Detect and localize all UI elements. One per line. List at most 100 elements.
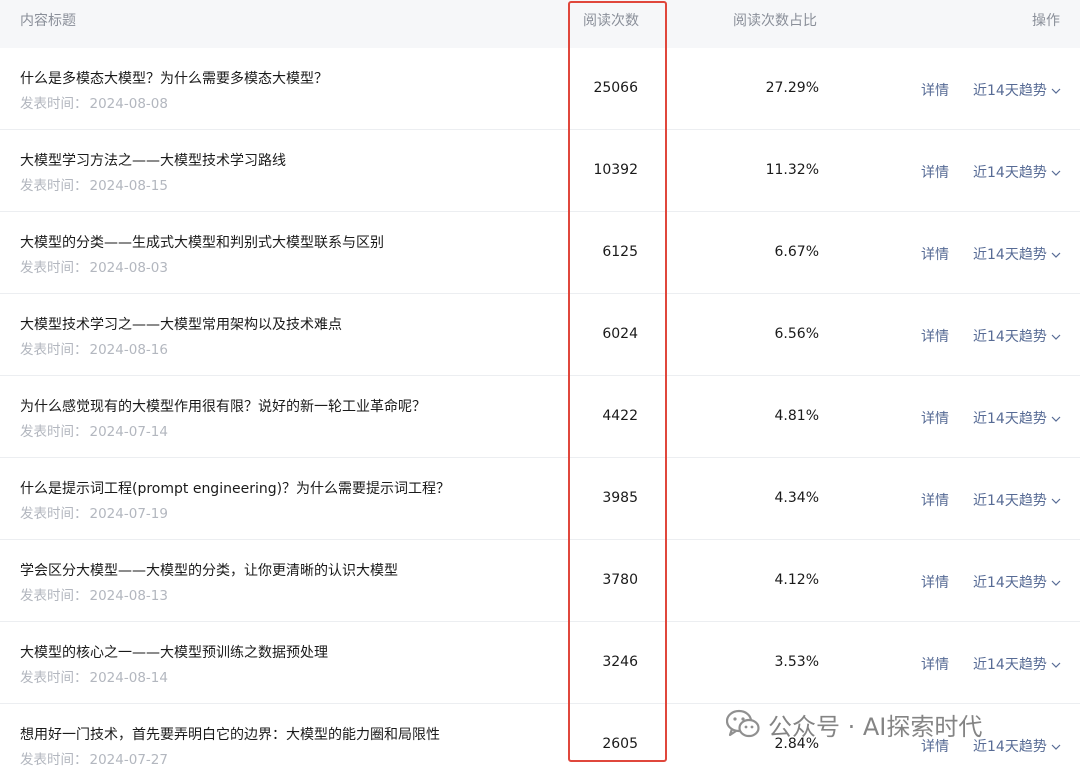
article-title[interactable]: 学会区分大模型——大模型的分类，让你更清晰的认识大模型 xyxy=(20,560,398,580)
read-count: 3780 xyxy=(602,572,638,588)
analytics-page: 内容标题 阅读次数 阅读次数占比 操作 什么是多模态大模型？为什么需要多模态大模… xyxy=(0,0,1080,767)
publish-date: 发表时间： 2024-08-03 xyxy=(20,256,168,276)
publish-date: 发表时间： 2024-07-27 xyxy=(20,748,168,767)
read-count: 4422 xyxy=(602,408,638,424)
trend-label: 近14天趋势 xyxy=(973,165,1047,181)
publish-date: 发表时间： 2024-08-14 xyxy=(20,666,168,686)
publish-date-label: 发表时间： xyxy=(20,670,88,686)
trend-label: 近14天趋势 xyxy=(973,657,1047,673)
chevron-down-icon xyxy=(1051,252,1061,258)
trend-dropdown[interactable]: 近14天趋势 xyxy=(973,244,1061,264)
chevron-down-icon xyxy=(1051,744,1061,750)
trend-label: 近14天趋势 xyxy=(973,493,1047,509)
trend-dropdown[interactable]: 近14天趋势 xyxy=(973,162,1061,182)
article-title[interactable]: 什么是提示词工程(prompt engineering)？为什么需要提示词工程？ xyxy=(20,478,450,498)
trend-label: 近14天趋势 xyxy=(973,411,1047,427)
publish-date-value: 2024-07-19 xyxy=(89,506,168,522)
publish-date-value: 2024-08-08 xyxy=(89,96,168,112)
read-ratio: 4.34% xyxy=(774,490,819,506)
publish-date-value: 2024-08-16 xyxy=(89,342,168,358)
trend-label: 近14天趋势 xyxy=(973,739,1047,755)
table-row: 大模型学习方法之——大模型技术学习路线 发表时间： 2024-08-15 10392 1… xyxy=(0,130,1080,212)
publish-date: 发表时间： 2024-07-14 xyxy=(20,420,168,440)
trend-dropdown[interactable]: 近14天趋势 xyxy=(973,326,1061,346)
detail-link[interactable]: 详情 xyxy=(921,408,949,428)
chevron-down-icon xyxy=(1051,334,1061,340)
chevron-down-icon xyxy=(1051,498,1061,504)
article-title[interactable]: 大模型技术学习之——大模型常用架构以及技术难点 xyxy=(20,314,342,334)
read-ratio: 27.29% xyxy=(765,80,819,96)
article-title[interactable]: 大模型的核心之一——大模型预训练之数据预处理 xyxy=(20,642,328,662)
header-reads: 阅读次数 xyxy=(583,13,639,29)
table-row: 想用好一门技术，首先要弄明白它的边界：大模型的能力圈和局限性 发表时间： 2024-… xyxy=(0,704,1080,767)
trend-dropdown[interactable]: 近14天趋势 xyxy=(973,490,1061,510)
read-count: 6125 xyxy=(602,244,638,260)
detail-link[interactable]: 详情 xyxy=(921,80,949,100)
publish-date-label: 发表时间： xyxy=(20,178,88,194)
article-title[interactable]: 什么是多模态大模型？为什么需要多模态大模型？ xyxy=(20,68,328,88)
trend-label: 近14天趋势 xyxy=(973,329,1047,345)
publish-date-value: 2024-07-27 xyxy=(89,752,168,767)
publish-date-value: 2024-08-03 xyxy=(89,260,168,276)
trend-label: 近14天趋势 xyxy=(973,247,1047,263)
read-ratio: 11.32% xyxy=(765,162,819,178)
detail-link[interactable]: 详情 xyxy=(921,490,949,510)
read-ratio: 6.67% xyxy=(774,244,819,260)
read-count: 10392 xyxy=(593,162,638,178)
article-title[interactable]: 大模型的分类——生成式大模型和判别式大模型联系与区别 xyxy=(20,232,384,252)
publish-date: 发表时间： 2024-08-15 xyxy=(20,174,168,194)
detail-link[interactable]: 详情 xyxy=(921,326,949,346)
chevron-down-icon xyxy=(1051,580,1061,586)
trend-dropdown[interactable]: 近14天趋势 xyxy=(973,572,1061,592)
publish-date: 发表时间： 2024-07-19 xyxy=(20,502,168,522)
detail-link[interactable]: 详情 xyxy=(921,162,949,182)
table-row: 学会区分大模型——大模型的分类，让你更清晰的认识大模型 发表时间： 2024-08-… xyxy=(0,540,1080,622)
chevron-down-icon xyxy=(1051,170,1061,176)
publish-date-value: 2024-08-14 xyxy=(89,670,168,686)
read-ratio: 4.12% xyxy=(774,572,819,588)
detail-link[interactable]: 详情 xyxy=(921,244,949,264)
read-ratio: 6.56% xyxy=(774,326,819,342)
table-row: 为什么感觉现有的大模型作用很有限？说好的新一轮工业革命呢？ 发表时间： 2024-0… xyxy=(0,376,1080,458)
trend-dropdown[interactable]: 近14天趋势 xyxy=(973,408,1061,428)
table-row: 大模型技术学习之——大模型常用架构以及技术难点 发表时间： 2024-08-16 60… xyxy=(0,294,1080,376)
detail-link[interactable]: 详情 xyxy=(921,654,949,674)
table-row: 什么是提示词工程(prompt engineering)？为什么需要提示词工程？… xyxy=(0,458,1080,540)
table-row: 大模型的分类——生成式大模型和判别式大模型联系与区别 发表时间： 2024-08-0… xyxy=(0,212,1080,294)
trend-dropdown[interactable]: 近14天趋势 xyxy=(973,736,1061,756)
trend-dropdown[interactable]: 近14天趋势 xyxy=(973,80,1061,100)
publish-date: 发表时间： 2024-08-08 xyxy=(20,92,168,112)
read-ratio: 4.81% xyxy=(774,408,819,424)
article-title[interactable]: 为什么感觉现有的大模型作用很有限？说好的新一轮工业革命呢？ xyxy=(20,396,426,416)
article-title[interactable]: 大模型学习方法之——大模型技术学习路线 xyxy=(20,150,286,170)
read-count: 6024 xyxy=(602,326,638,342)
detail-link[interactable]: 详情 xyxy=(921,572,949,592)
publish-date-label: 发表时间： xyxy=(20,424,88,440)
publish-date-label: 发表时间： xyxy=(20,342,88,358)
publish-date-label: 发表时间： xyxy=(20,260,88,276)
chevron-down-icon xyxy=(1051,416,1061,422)
read-count: 3985 xyxy=(602,490,638,506)
publish-date-value: 2024-07-14 xyxy=(89,424,168,440)
table-row: 什么是多模态大模型？为什么需要多模态大模型？ 发表时间： 2024-08-08 250… xyxy=(0,48,1080,130)
read-count: 3246 xyxy=(602,654,638,670)
publish-date-value: 2024-08-13 xyxy=(89,588,168,604)
trend-label: 近14天趋势 xyxy=(973,83,1047,99)
header-action: 操作 xyxy=(1032,13,1060,29)
read-ratio: 2.84% xyxy=(774,736,819,752)
detail-link[interactable]: 详情 xyxy=(921,736,949,756)
publish-date: 发表时间： 2024-08-13 xyxy=(20,584,168,604)
read-ratio: 3.53% xyxy=(774,654,819,670)
publish-date-label: 发表时间： xyxy=(20,752,88,767)
article-title[interactable]: 想用好一门技术，首先要弄明白它的边界：大模型的能力圈和局限性 xyxy=(20,724,440,744)
publish-date-label: 发表时间： xyxy=(20,588,88,604)
trend-dropdown[interactable]: 近14天趋势 xyxy=(973,654,1061,674)
chevron-down-icon xyxy=(1051,662,1061,668)
chevron-down-icon xyxy=(1051,88,1061,94)
publish-date: 发表时间： 2024-08-16 xyxy=(20,338,168,358)
read-count: 2605 xyxy=(602,736,638,752)
header-ratio: 阅读次数占比 xyxy=(733,13,817,29)
table-header: 内容标题 阅读次数 阅读次数占比 操作 xyxy=(0,0,1080,48)
publish-date-value: 2024-08-15 xyxy=(89,178,168,194)
publish-date-label: 发表时间： xyxy=(20,506,88,522)
